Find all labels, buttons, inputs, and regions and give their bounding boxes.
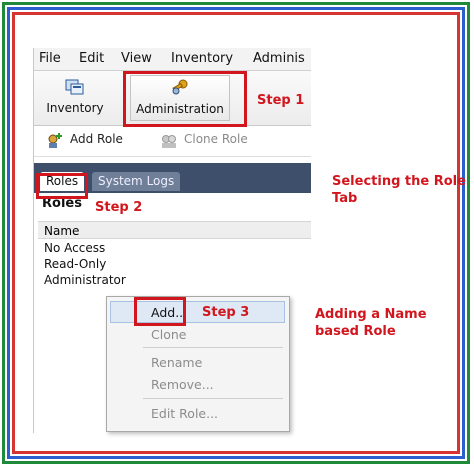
step2-label: Step 2 [95,200,143,215]
clone-role-button[interactable]: Clone Role [184,132,248,146]
role-row-read-only[interactable]: Read-Only [44,257,106,271]
note-adding-role: Adding a Name based Role [315,306,427,340]
menu-separator [143,398,283,399]
menubar: File Edit View Inventory Adminis [34,48,311,71]
tab-system-logs[interactable]: System Logs [92,172,181,191]
action-bar: Add Role Clone Role [34,126,311,157]
step1-label: Step 1 [257,93,305,108]
inventory-button[interactable]: Inventory [40,75,110,121]
menu-clone[interactable]: Clone [151,327,186,342]
step3-label: Step 3 [202,305,250,320]
role-row-no-access[interactable]: No Access [44,241,105,255]
note-line: based Role [315,324,396,339]
note-line: Tab [332,191,358,206]
inventory-label: Inventory [46,101,104,115]
menu-rename[interactable]: Rename [151,355,202,370]
add-role-icon [46,132,64,150]
note-line: Adding a Name [315,307,427,322]
highlight-roles-tab [36,173,88,199]
note-line: Selecting the Role [332,174,466,189]
highlight-add [134,297,186,326]
menu-inventory[interactable]: Inventory [171,51,233,66]
note-selecting-role-tab: Selecting the Role Tab [332,173,466,207]
inventory-icon [65,79,84,95]
menu-view[interactable]: View [121,51,152,66]
menu-edit[interactable]: Edit [79,51,104,66]
menu-separator [143,347,283,348]
menu-administration[interactable]: Adminis [253,51,305,66]
role-row-administrator[interactable]: Administrator [44,273,126,287]
menu-edit-role[interactable]: Edit Role... [151,406,218,421]
menu-remove[interactable]: Remove... [151,377,214,392]
clone-role-icon [160,132,178,150]
menu-file[interactable]: File [39,51,61,66]
add-role-button[interactable]: Add Role [70,132,123,146]
highlight-administration [123,71,247,127]
name-column-header[interactable]: Name [38,221,311,239]
